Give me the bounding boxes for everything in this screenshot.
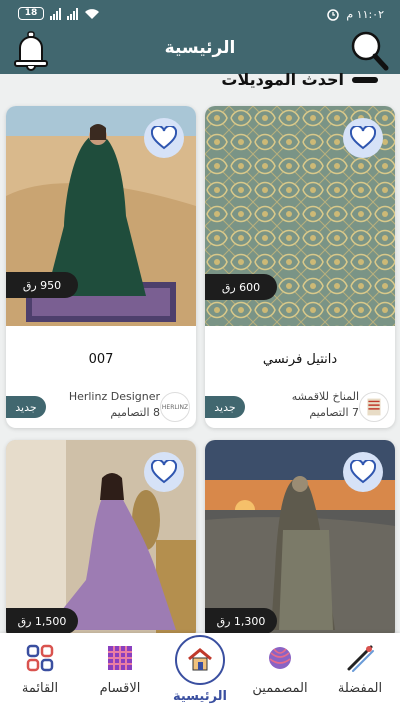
design-count: 7 التصاميم (309, 406, 359, 419)
nav-label: القائمة (21, 681, 59, 696)
nav-label: الرئيسية (172, 689, 228, 704)
signal-icon-2 (67, 7, 78, 20)
status-bar: 18 ١١:٠٢ م (0, 0, 400, 28)
heart-icon (350, 126, 376, 150)
page-title: الرئيسية (164, 38, 236, 58)
home-icon (188, 648, 212, 671)
search-icon[interactable] (348, 30, 390, 72)
new-badge: جديد (6, 396, 46, 418)
menu-grid-icon (26, 644, 54, 672)
nav-label: المصممين (252, 681, 308, 696)
favorite-button[interactable] (144, 118, 184, 158)
fabric-grid-icon (108, 646, 132, 670)
nav-item-categories[interactable]: الاقسام (80, 643, 160, 696)
designer-name[interactable]: المناخ للاقمشه (292, 389, 359, 405)
favorite-button[interactable] (343, 118, 383, 158)
price-tag: 1,300 رق (205, 608, 277, 634)
battery-indicator: 18 (18, 7, 44, 20)
bottom-navigation: المفضلة المصممين الرئيسية الاقسام القائم… (0, 633, 400, 710)
nav-item-menu[interactable]: القائمة (0, 643, 80, 696)
clock-time: ١١:٠٢ م (346, 7, 384, 21)
price-tag: 600 رق (205, 274, 277, 300)
heart-icon (151, 126, 177, 150)
nav-label: الاقسام (99, 681, 141, 696)
yarn-ball-icon (269, 647, 291, 669)
designer-name[interactable]: Herlinz Designer (69, 389, 160, 405)
product-card-sunset[interactable]: 1,300 رق (205, 440, 395, 640)
section-bar (352, 76, 378, 83)
product-name: 007 (88, 352, 114, 367)
product-card-lace[interactable]: 600 رق دانتيل فرنسي المناخ للاقمشه 7 الت… (205, 106, 395, 428)
nav-item-favorites[interactable]: المفضلة (320, 643, 400, 696)
designer-logo[interactable] (359, 392, 389, 422)
product-card-purple[interactable]: 1,500 رق (6, 440, 196, 640)
product-card-007[interactable]: 950 رق 007 HERLINZ Herlinz Designer 8 ال… (6, 106, 196, 428)
section-title: احدث الموديلات (221, 70, 344, 89)
nav-item-home[interactable]: الرئيسية (160, 635, 240, 704)
nav-label: المفضلة (337, 681, 383, 696)
alarm-icon (327, 9, 340, 21)
favorite-button[interactable] (343, 452, 383, 492)
active-indicator (175, 635, 225, 685)
hairpin-icon (347, 645, 374, 672)
price-tag: 950 رق (6, 272, 78, 298)
app-header: الرئيسية (0, 28, 400, 74)
heart-icon (151, 460, 177, 484)
designer-info: المناخ للاقمشه 7 التصاميم (292, 389, 359, 421)
product-name: دانتيل فرنسي (262, 352, 338, 367)
wifi-icon (85, 8, 99, 19)
designer-logo[interactable]: HERLINZ (160, 392, 190, 422)
designer-info: Herlinz Designer 8 التصاميم (69, 389, 160, 421)
heart-icon (350, 460, 376, 484)
signal-icon (50, 7, 61, 20)
design-count: 8 التصاميم (110, 406, 160, 419)
nav-item-designers[interactable]: المصممين (240, 643, 320, 696)
section-header: احدث الموديلات (221, 70, 378, 89)
favorite-button[interactable] (144, 452, 184, 492)
new-badge: جديد (205, 396, 245, 418)
price-tag: 1,500 رق (6, 608, 78, 634)
